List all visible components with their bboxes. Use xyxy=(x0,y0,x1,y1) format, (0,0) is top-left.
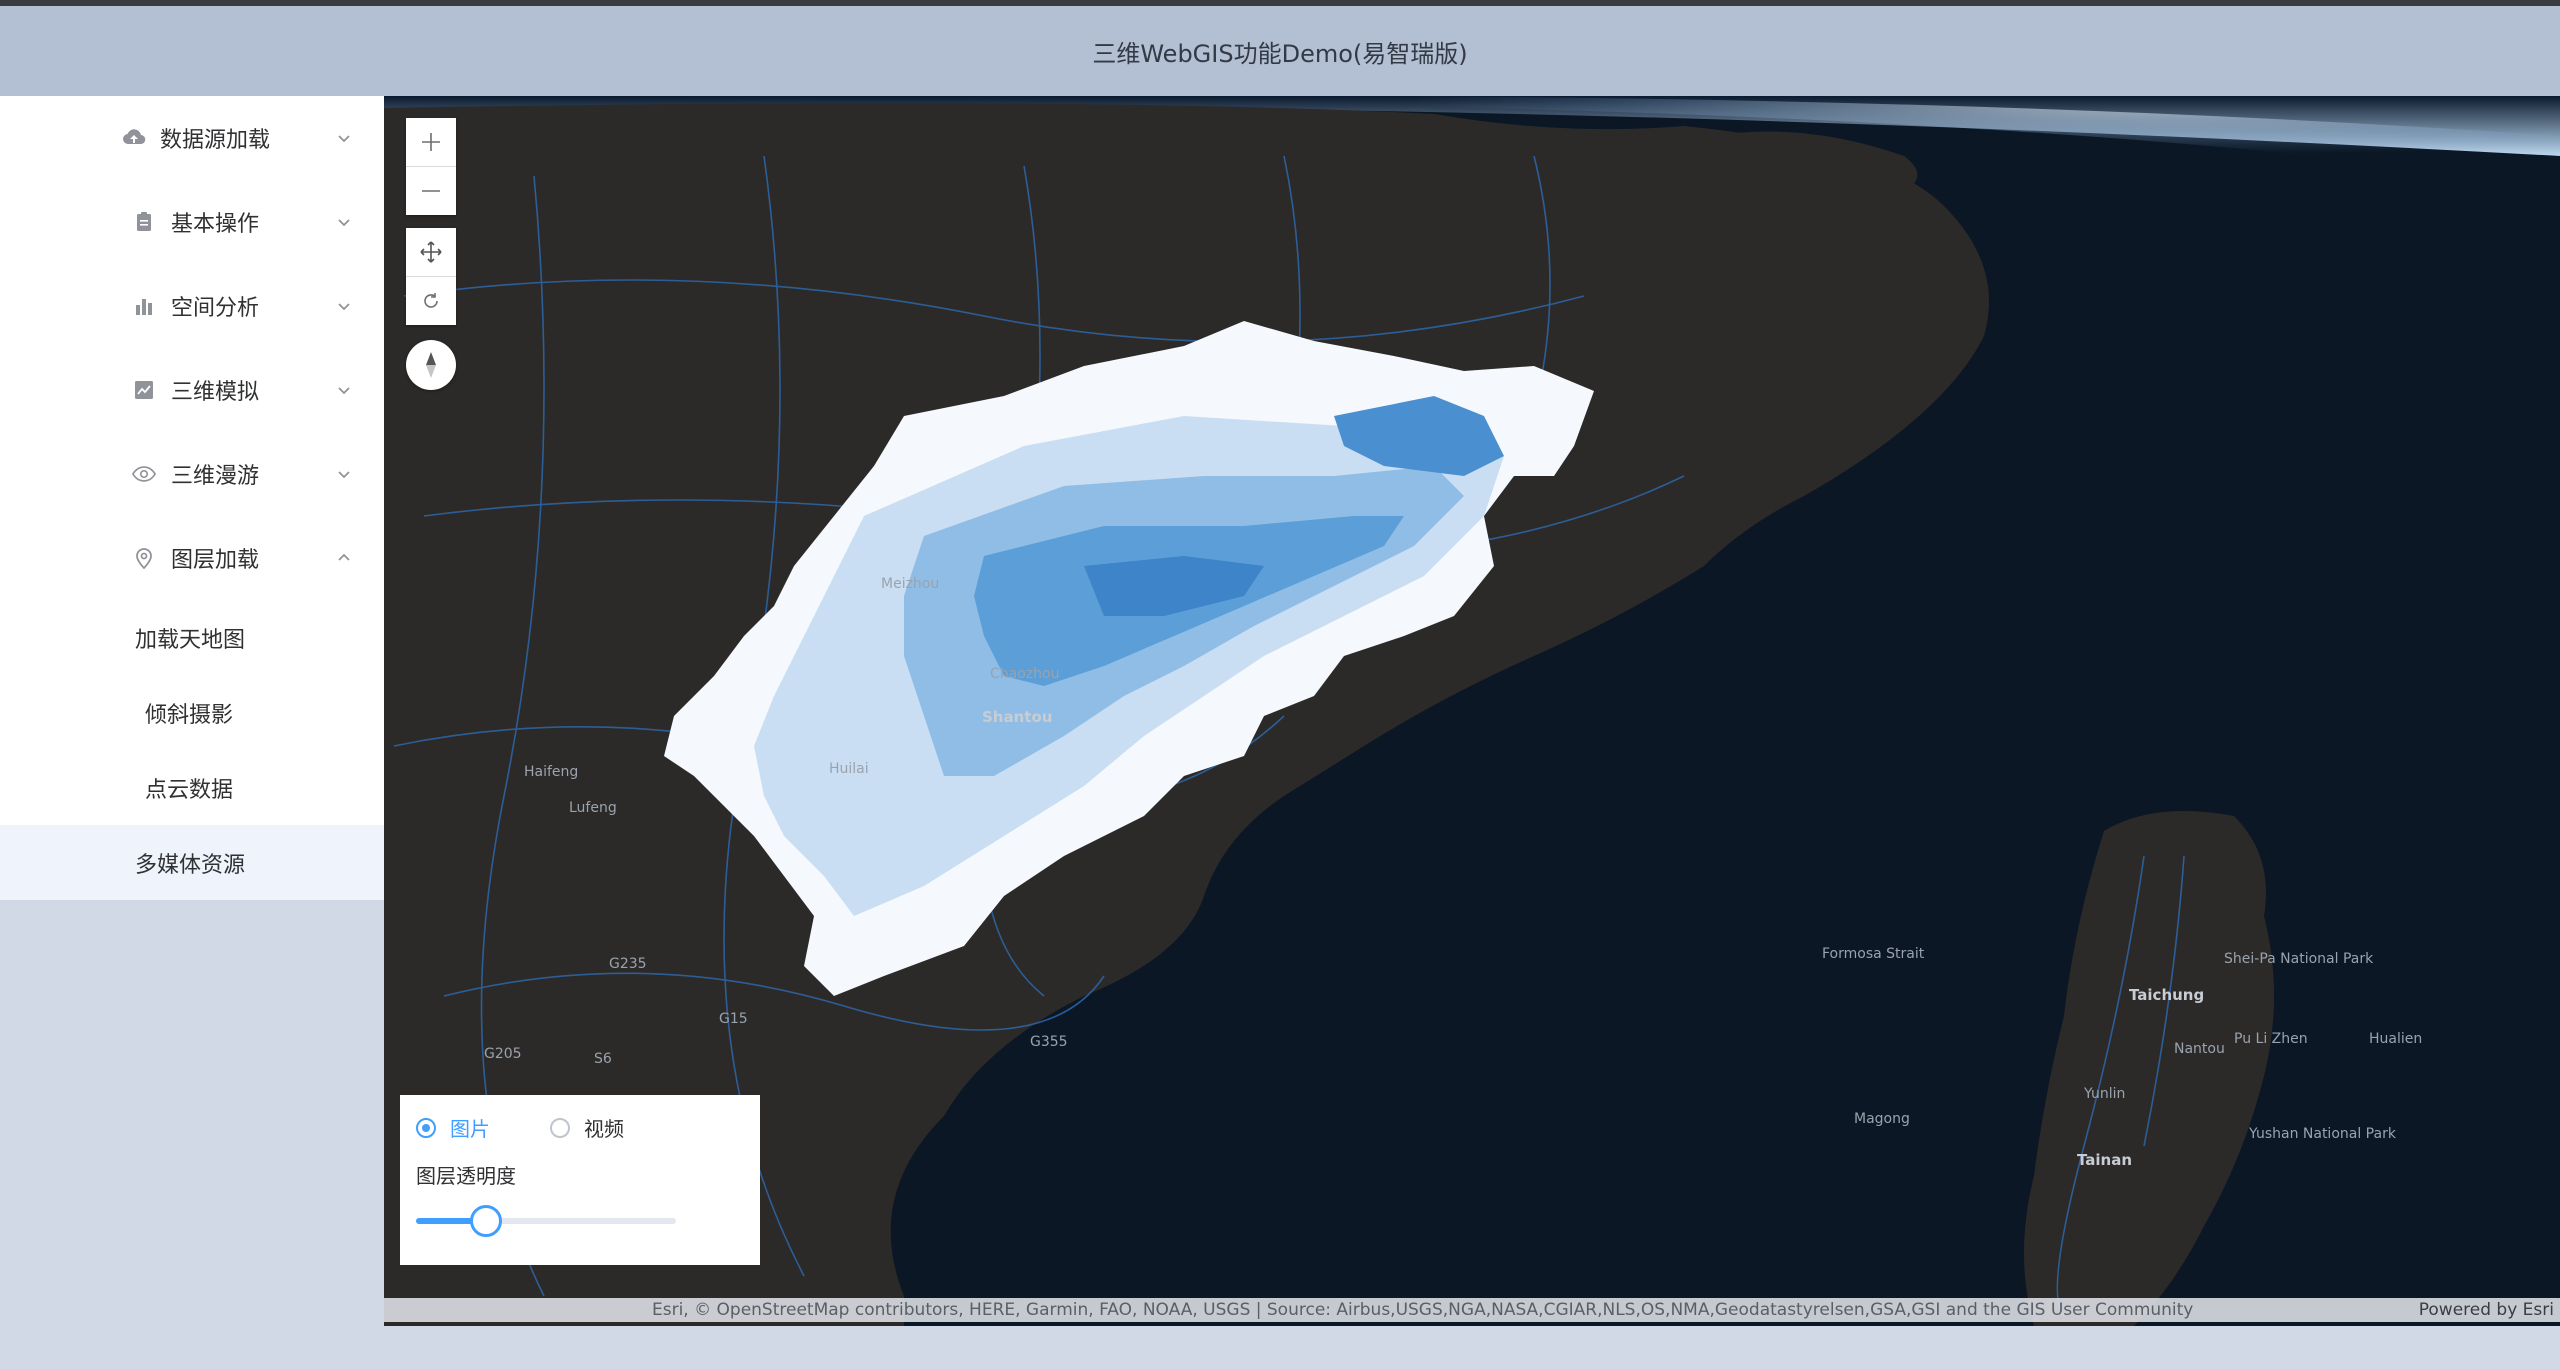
chevron-down-icon xyxy=(338,135,350,143)
eye-icon xyxy=(132,462,156,486)
map-label: Shei-Pa National Park xyxy=(2224,951,2374,967)
submenu-item-tianditu[interactable]: 加载天地图 xyxy=(0,600,384,675)
map-label: Lufeng xyxy=(569,800,617,816)
map-label: Haifeng xyxy=(524,764,579,780)
powered-by-link[interactable]: Powered by Esri xyxy=(2419,1298,2554,1322)
radio-video-option[interactable]: 视频 xyxy=(550,1113,624,1142)
attribution-text: Esri, © OpenStreetMap contributors, HERE… xyxy=(652,1300,2194,1320)
map-label: Meizhou xyxy=(881,576,940,592)
map-label: Chaozhou xyxy=(990,666,1060,682)
sidebar-item-spatial-analysis[interactable]: 空间分析 xyxy=(0,264,384,348)
submenu-item-point-cloud[interactable]: 点云数据 xyxy=(0,750,384,825)
media-type-radio-group: 图片 视频 xyxy=(416,1113,624,1142)
cloud-upload-icon xyxy=(122,126,146,150)
sidebar-item-3d-roaming[interactable]: 三维漫游 xyxy=(0,432,384,516)
map-label: Hualien xyxy=(2369,1031,2423,1047)
map-attribution: Esri, © OpenStreetMap contributors, HERE… xyxy=(384,1298,2560,1322)
sidebar-item-data-source[interactable]: 数据源加载 xyxy=(0,96,384,180)
sidebar-item-label: 空间分析 xyxy=(171,296,260,321)
line-chart-icon xyxy=(132,378,156,402)
map-label: Shantou xyxy=(982,708,1053,726)
minus-icon xyxy=(422,190,440,192)
chevron-down-icon xyxy=(338,387,350,395)
bar-chart-icon xyxy=(132,294,156,318)
move-arrows-icon xyxy=(420,241,442,263)
map-label: G205 xyxy=(484,1046,522,1062)
map-view[interactable]: Shantou Chaozhou Meizhou Huilai Lufeng H… xyxy=(384,96,2560,1326)
map-label: Magong xyxy=(1854,1111,1910,1127)
chevron-down-icon xyxy=(338,303,350,311)
chevron-up-icon xyxy=(338,553,350,561)
compass-icon xyxy=(426,352,436,378)
app-header: 三维WebGIS功能Demo(易智瑞版) xyxy=(0,6,2560,96)
map-label: Pu Li Zhen xyxy=(2234,1031,2308,1047)
submenu-item-multimedia[interactable]: 多媒体资源 xyxy=(0,825,384,900)
sidebar: 数据源加载 基本操作 空间分析 三维模拟 三维漫游 图层加载 加载天地图 倾斜摄… xyxy=(0,96,384,1326)
sidebar-item-label: 三维模拟 xyxy=(171,380,260,405)
map-label: Taichung xyxy=(2129,986,2205,1004)
map-label: Yushan National Park xyxy=(2249,1126,2396,1142)
sidebar-item-label: 数据源加载 xyxy=(160,128,271,153)
sidebar-item-label: 基本操作 xyxy=(171,212,260,237)
media-layer-panel: 图片 视频 图层透明度 xyxy=(400,1095,760,1265)
submenu-item-label: 点云数据 xyxy=(145,777,234,803)
map-label: Tainan xyxy=(2077,1151,2133,1169)
opacity-slider-thumb[interactable] xyxy=(470,1205,502,1237)
sidebar-item-3d-simulation[interactable]: 三维模拟 xyxy=(0,348,384,432)
page-title: 三维WebGIS功能Demo(易智瑞版) xyxy=(1092,39,1468,68)
zoom-control xyxy=(406,118,456,215)
clipboard-icon xyxy=(132,210,156,234)
zoom-in-button[interactable] xyxy=(406,118,456,166)
chevron-down-icon xyxy=(338,471,350,479)
navigation-toggle xyxy=(406,228,456,325)
sidebar-menu: 数据源加载 基本操作 空间分析 三维模拟 三维漫游 图层加载 加载天地图 倾斜摄… xyxy=(0,96,384,900)
location-pin-icon xyxy=(132,546,156,570)
map-label: G235 xyxy=(609,956,647,972)
sidebar-item-layer-loading[interactable]: 图层加载 xyxy=(0,516,384,600)
map-label: Nantou xyxy=(2174,1041,2225,1057)
submenu-item-label: 倾斜摄影 xyxy=(145,702,234,728)
radio-image-label: 图片 xyxy=(450,1117,490,1141)
zoom-out-button[interactable] xyxy=(406,166,456,215)
radio-image-option[interactable]: 图片 xyxy=(416,1113,490,1142)
radio-video-button[interactable] xyxy=(550,1117,570,1138)
pan-button[interactable] xyxy=(406,228,456,276)
opacity-label: 图层透明度 xyxy=(416,1164,516,1188)
submenu-item-label: 多媒体资源 xyxy=(135,852,246,878)
plus-icon xyxy=(422,133,440,151)
sidebar-item-label: 三维漫游 xyxy=(171,464,260,489)
map-label: Yunlin xyxy=(2084,1086,2126,1102)
submenu-item-oblique-photography[interactable]: 倾斜摄影 xyxy=(0,675,384,750)
radio-video-label: 视频 xyxy=(584,1117,624,1141)
map-label: S6 xyxy=(594,1051,612,1067)
compass-button[interactable] xyxy=(406,340,456,390)
chevron-down-icon xyxy=(338,219,350,227)
submenu-item-label: 加载天地图 xyxy=(135,627,246,653)
rotate-icon xyxy=(424,293,438,308)
map-label: G355 xyxy=(1030,1034,1068,1050)
map-label: Formosa Strait xyxy=(1822,946,1925,962)
sidebar-item-basic-ops[interactable]: 基本操作 xyxy=(0,180,384,264)
sidebar-item-label: 图层加载 xyxy=(171,548,260,573)
radio-image-button[interactable] xyxy=(416,1117,436,1138)
opacity-slider[interactable] xyxy=(416,1205,676,1237)
map-label: Huilai xyxy=(829,761,869,777)
rotate-button[interactable] xyxy=(406,276,456,325)
map-label: G15 xyxy=(719,1011,748,1027)
